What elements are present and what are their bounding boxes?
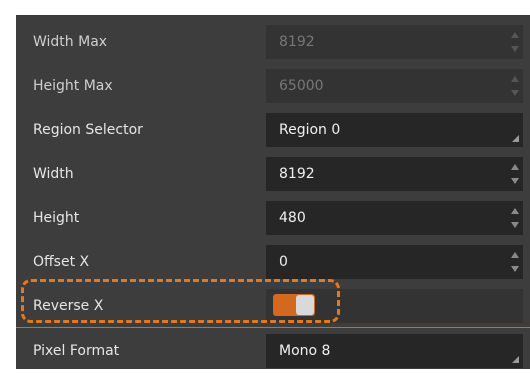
- width-max-spinner: [510, 30, 520, 54]
- spin-down-icon: [511, 90, 519, 96]
- row-offset-x: Offset X 0: [16, 240, 530, 284]
- offset-x-input[interactable]: 0: [266, 245, 523, 279]
- region-selector-value: Region 0: [279, 122, 341, 138]
- spin-down-icon[interactable]: [511, 266, 519, 272]
- spin-up-icon: [511, 32, 519, 38]
- separator-line: [16, 327, 530, 328]
- height-value: 480: [279, 210, 306, 226]
- reverse-x-highlight-box: [21, 279, 340, 323]
- row-region-selector: Region Selector Region 0: [16, 108, 530, 152]
- row-pixel-format: Pixel Format Mono 8: [16, 329, 530, 373]
- width-max-value: 8192: [279, 34, 315, 50]
- height-max-spinner: [510, 74, 520, 98]
- height-max-field: 65000: [266, 69, 523, 103]
- height-label: Height: [33, 210, 80, 226]
- height-max-value: 65000: [279, 78, 324, 94]
- width-label: Width: [33, 166, 74, 182]
- width-input[interactable]: 8192: [266, 157, 523, 191]
- row-height-max: Height Max 65000: [16, 64, 530, 108]
- spin-down-icon[interactable]: [511, 222, 519, 228]
- height-max-label: Height Max: [33, 78, 113, 94]
- pixel-format-value: Mono 8: [279, 343, 331, 359]
- offset-x-value: 0: [279, 254, 288, 270]
- height-spinner[interactable]: [510, 206, 520, 230]
- width-spinner[interactable]: [510, 162, 520, 186]
- offset-x-label: Offset X: [33, 254, 90, 270]
- row-width: Width 8192: [16, 152, 530, 196]
- spin-down-icon[interactable]: [511, 178, 519, 184]
- pixel-format-label: Pixel Format: [33, 343, 120, 359]
- row-height: Height 480: [16, 196, 530, 240]
- height-input[interactable]: 480: [266, 201, 523, 235]
- spin-up-icon[interactable]: [511, 164, 519, 170]
- width-max-label: Width Max: [33, 34, 108, 50]
- property-panel: Width Max 8192 Height Max 65000 Region S…: [16, 15, 530, 369]
- region-selector-combo[interactable]: Region 0: [266, 113, 523, 147]
- region-selector-label: Region Selector: [33, 122, 143, 138]
- spin-up-icon[interactable]: [511, 252, 519, 258]
- spin-down-icon: [511, 46, 519, 52]
- width-max-field: 8192: [266, 25, 523, 59]
- dropdown-arrow-icon[interactable]: [512, 356, 519, 363]
- offset-x-spinner[interactable]: [510, 250, 520, 274]
- spin-up-icon: [511, 76, 519, 82]
- spin-up-icon[interactable]: [511, 208, 519, 214]
- width-value: 8192: [279, 166, 315, 182]
- row-width-max: Width Max 8192: [16, 20, 530, 64]
- pixel-format-combo[interactable]: Mono 8: [266, 334, 523, 368]
- dropdown-arrow-icon[interactable]: [512, 135, 519, 142]
